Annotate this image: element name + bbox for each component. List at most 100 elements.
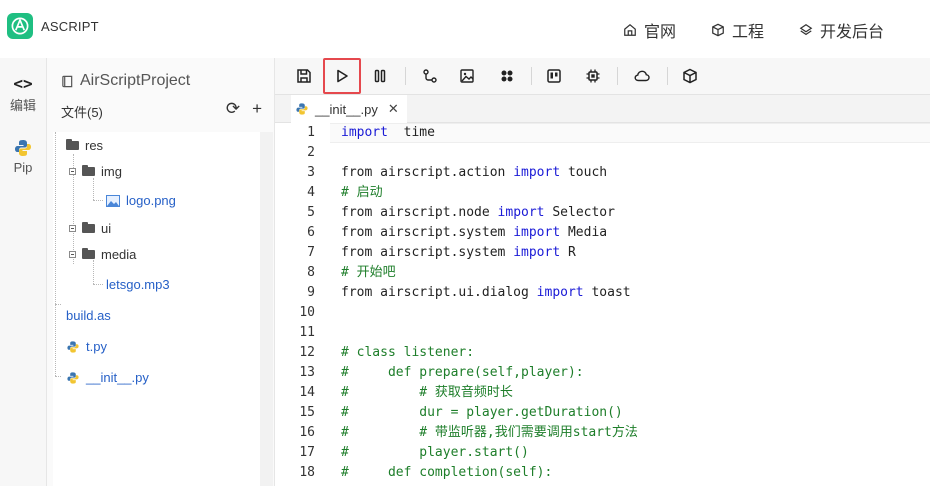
tree-guide: [55, 376, 61, 377]
app-logo[interactable]: [7, 13, 33, 39]
top-bar: ASCRIPT 官网 工程 开发后台: [0, 0, 930, 58]
tree-file-t-py[interactable]: t.py: [66, 339, 107, 354]
activity-pip[interactable]: Pip: [0, 138, 46, 175]
nav-dev-console[interactable]: 开发后台: [799, 18, 884, 42]
line-number: 17: [299, 445, 315, 460]
nav-official-site[interactable]: 官网: [623, 18, 676, 42]
code-text: import time: [341, 123, 435, 143]
nav-label: 开发后台: [820, 24, 885, 41]
file-tree: res img logo.png ui media letsgo.mp3 bui…: [53, 132, 260, 486]
line-number: 3: [307, 165, 315, 180]
tree-label: res: [85, 138, 104, 153]
code-comment: # def prepare(self,player):: [341, 365, 584, 380]
code-text: # player.start(): [341, 443, 529, 463]
tree-guide: [93, 284, 103, 285]
code-token: Selector: [544, 205, 615, 220]
save-icon: [297, 69, 311, 83]
tree-folder-ui[interactable]: ui: [69, 221, 111, 236]
tree-guide: [93, 200, 103, 201]
editor-toolbar: [275, 58, 930, 95]
tree-label: img: [101, 164, 122, 179]
board-icon: [547, 69, 561, 83]
home-icon: [624, 23, 636, 36]
code-token: time: [387, 125, 435, 140]
line-number: 8: [307, 265, 315, 280]
python-icon: [15, 140, 31, 156]
tree-label: ui: [101, 221, 112, 236]
folder-icon: [82, 165, 95, 176]
code-text: # 开始吧: [341, 263, 396, 283]
nav-label: 工程: [732, 24, 765, 41]
cloud-button[interactable]: [627, 63, 657, 89]
line-number: 2: [307, 145, 315, 160]
tree-file-build[interactable]: build.as: [66, 308, 111, 323]
tree-guide: [55, 304, 56, 376]
image-button[interactable]: [452, 63, 482, 89]
collapse-icon[interactable]: [69, 225, 76, 232]
tree-file-init-py[interactable]: __init__.py: [66, 370, 149, 385]
save-button[interactable]: [289, 63, 319, 89]
code-comment: # def completion(self):: [341, 465, 553, 480]
pause-button[interactable]: [365, 63, 395, 89]
line-number: 1: [307, 125, 315, 140]
tree-file-mp3[interactable]: letsgo.mp3: [106, 277, 170, 292]
node-icon: [423, 69, 437, 83]
chip-button[interactable]: [578, 63, 608, 89]
code-line: 15 # dur = player.getDuration(): [275, 403, 930, 423]
code-text: from airscript.system import R: [341, 243, 576, 263]
plugin-button[interactable]: [492, 63, 522, 89]
logo-icon: [11, 17, 29, 35]
code-keyword: import: [513, 225, 561, 240]
tree-label: build.as: [66, 308, 111, 323]
activity-label: 编辑: [9, 98, 36, 113]
code-token: from airscript.action: [341, 165, 514, 180]
code-comment: # dur = player.getDuration(): [341, 405, 623, 420]
line-number: 18: [299, 465, 315, 480]
project-title: AirScriptProject: [61, 72, 190, 90]
tree-scrollbar[interactable]: [260, 132, 273, 486]
code-line: 9 from airscript.ui.dialog import toast: [275, 283, 930, 303]
code-line: 7 from airscript.system import R: [275, 243, 930, 263]
collapse-icon[interactable]: [69, 251, 76, 258]
line-number: 12: [299, 345, 315, 360]
nav-projects[interactable]: 工程: [711, 18, 764, 42]
code-comment: # # 获取音频时长: [341, 385, 513, 400]
line-number: 11: [299, 325, 315, 340]
python-icon: [67, 340, 79, 353]
package-button[interactable]: [675, 63, 705, 89]
tab-init-py[interactable]: __init__.py ✕: [291, 95, 407, 123]
code-comment: # # 带监听器,我们需要调用start方法: [341, 425, 638, 440]
code-line: 4 # 启动: [275, 183, 930, 203]
node-button[interactable]: [415, 63, 445, 89]
plus-icon[interactable]: +: [252, 99, 262, 119]
code-editor[interactable]: 1 import time 2 3 from airscript.action impo…: [275, 123, 930, 486]
board-button[interactable]: [539, 63, 569, 89]
code-token: from airscript.system: [341, 245, 514, 260]
image-file-icon: [106, 194, 120, 207]
code-line: 16 # # 带监听器,我们需要调用start方法: [275, 423, 930, 443]
activity-edit[interactable]: <> 编辑: [0, 74, 46, 114]
refresh-icon[interactable]: ⟳: [226, 99, 240, 119]
code-line: 2: [275, 143, 930, 163]
line-number: 10: [299, 305, 315, 320]
code-token: from airscript.ui.dialog: [341, 285, 537, 300]
tree-folder-media[interactable]: media: [69, 247, 136, 262]
collapse-icon[interactable]: [69, 168, 76, 175]
run-button[interactable]: [323, 58, 361, 94]
tree-guide: [55, 132, 56, 304]
code-keyword: import: [536, 285, 584, 300]
code-line: 8 # 开始吧: [275, 263, 930, 283]
code-keyword: import: [513, 165, 561, 180]
toolbar-divider: [617, 67, 618, 85]
line-number: 16: [299, 425, 315, 440]
tree-folder-img[interactable]: img: [69, 164, 122, 179]
tree-folder-res[interactable]: res: [66, 138, 103, 153]
activity-bar: <> 编辑 Pip: [0, 58, 47, 486]
close-icon[interactable]: ✕: [388, 101, 399, 117]
tree-label: t.py: [86, 339, 107, 354]
tree-file-logo[interactable]: logo.png: [106, 193, 176, 208]
pause-icon: [374, 69, 386, 83]
code-line: 6 from airscript.system import Media: [275, 223, 930, 243]
project-name: AirScriptProject: [80, 72, 191, 89]
toolbar-divider: [667, 67, 668, 85]
